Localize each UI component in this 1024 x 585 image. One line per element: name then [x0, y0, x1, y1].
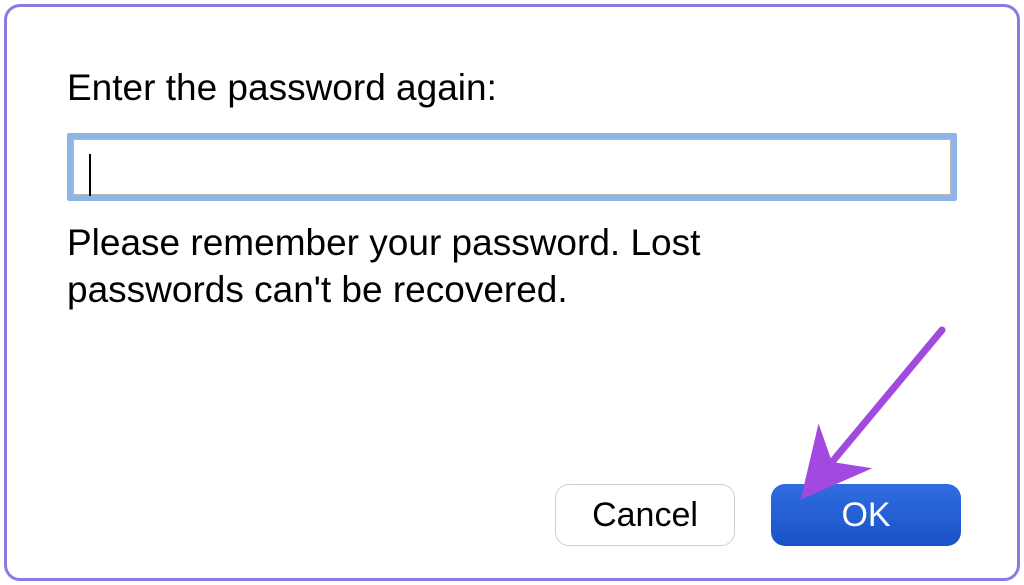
text-caret [89, 154, 91, 196]
annotation-arrow-icon [787, 322, 957, 502]
dialog-button-row: Cancel OK [555, 484, 961, 546]
ok-button[interactable]: OK [771, 484, 961, 546]
cancel-button[interactable]: Cancel [555, 484, 735, 546]
password-input[interactable] [73, 139, 951, 195]
password-confirm-dialog: Enter the password again: Please remembe… [4, 4, 1020, 581]
prompt-label: Enter the password again: [67, 67, 957, 109]
password-input-focus-ring [67, 133, 957, 201]
warning-text: Please remember your password. Lost pass… [67, 219, 807, 314]
